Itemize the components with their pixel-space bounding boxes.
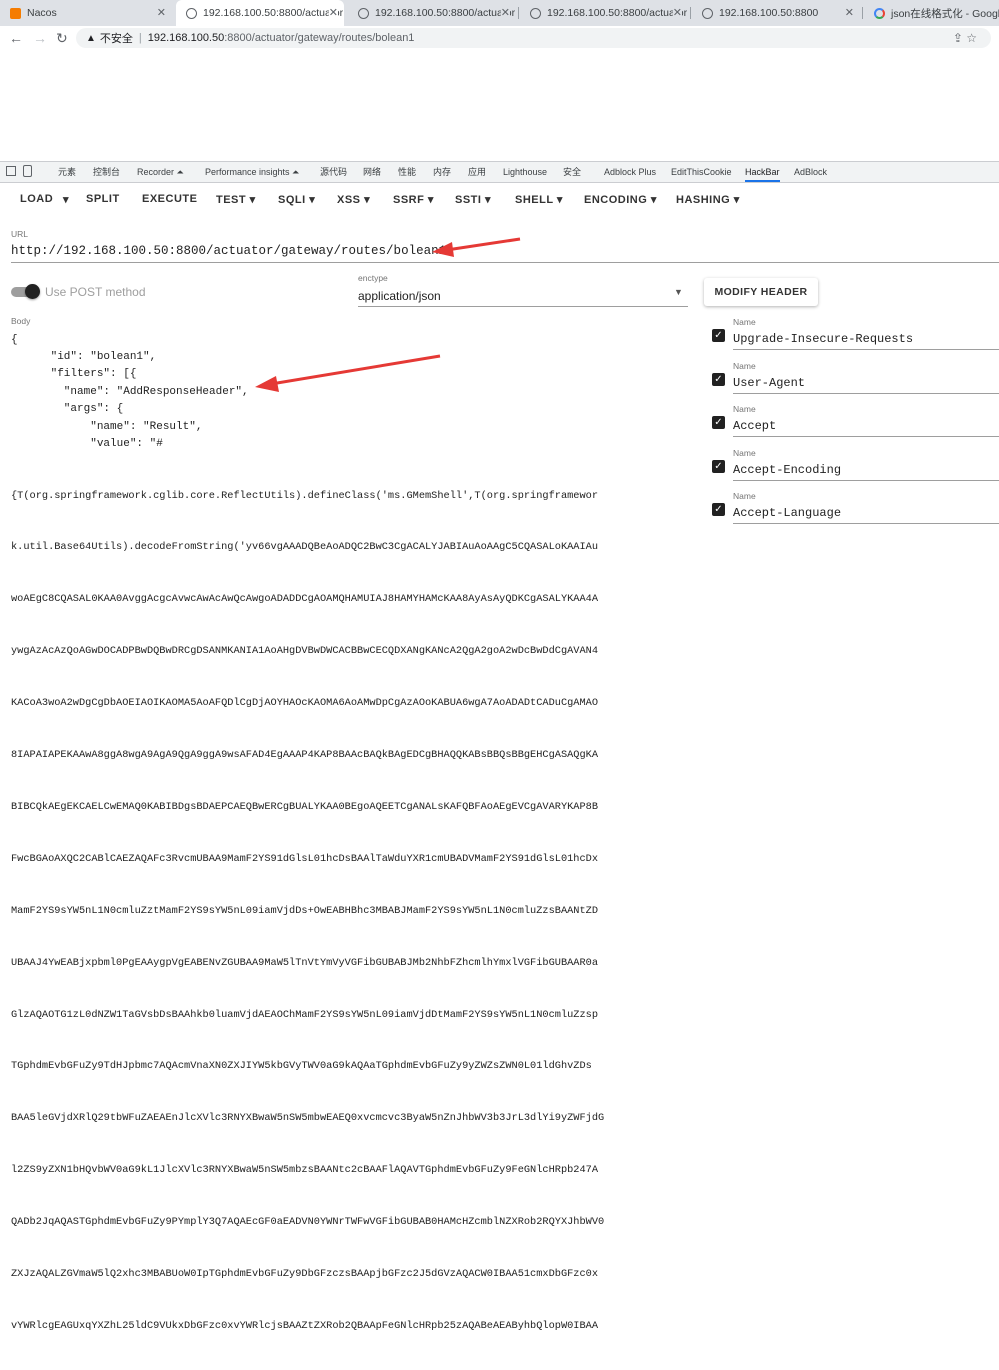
payload-line: l2ZS9yZXN1bHQvbWV0aG9kL1JlcXVlc3RNYXBwaW… — [11, 1164, 599, 1177]
payload-line: vYWRlcgEAGUxqYXZhL25ldC9VUkxDbGFzc0xvYWR… — [11, 1319, 599, 1332]
arrow-head — [432, 242, 454, 257]
payload-line: GlzAQAOTG1zL0dNZW1TaGVsbDsBAAhkb0luamVjd… — [11, 1008, 599, 1021]
payload-line: ZXJzAQALZGVmaW5lQ2xhc3MBABUoW0IpTGphdmEv… — [11, 1267, 599, 1280]
payload-line: BAA5leGVjdXRlQ29tbWFuZAEAEnJlcXVlc3RNYXB… — [11, 1112, 605, 1125]
payload-line: FwcBGAoAXQC2CABlCAEZAQAFc3RvcmUBAA9MamF2… — [11, 852, 599, 865]
payload-line: BIBCQkAEgEKCAELCwEMAQ0KABIBDgsBDAEPCAEQB… — [11, 800, 599, 813]
arrow-to-url — [432, 237, 521, 257]
arrow-shaft — [264, 354, 441, 387]
payload-line: QADb2JqAQASTGphdmEvbGFuZy9PYmplY3Q7AQAEc… — [11, 1216, 605, 1229]
payload-line: MamF2YS9sYW5nL1N0cmluZztMamF2YS9sYW5nL09… — [11, 904, 599, 917]
arrow-to-filter-name — [255, 354, 441, 392]
payload-line: TGphdmEvbGFuZy9TdHJpbmc7AQAcmVnaXN0ZXJIY… — [11, 1060, 592, 1073]
annotation-arrows — [255, 237, 521, 392]
payload-line: UBAAJ4YwEABjxpbml0PgEAAygpVgEABENvZGUBAA… — [11, 956, 599, 969]
arrow-head — [255, 376, 279, 392]
